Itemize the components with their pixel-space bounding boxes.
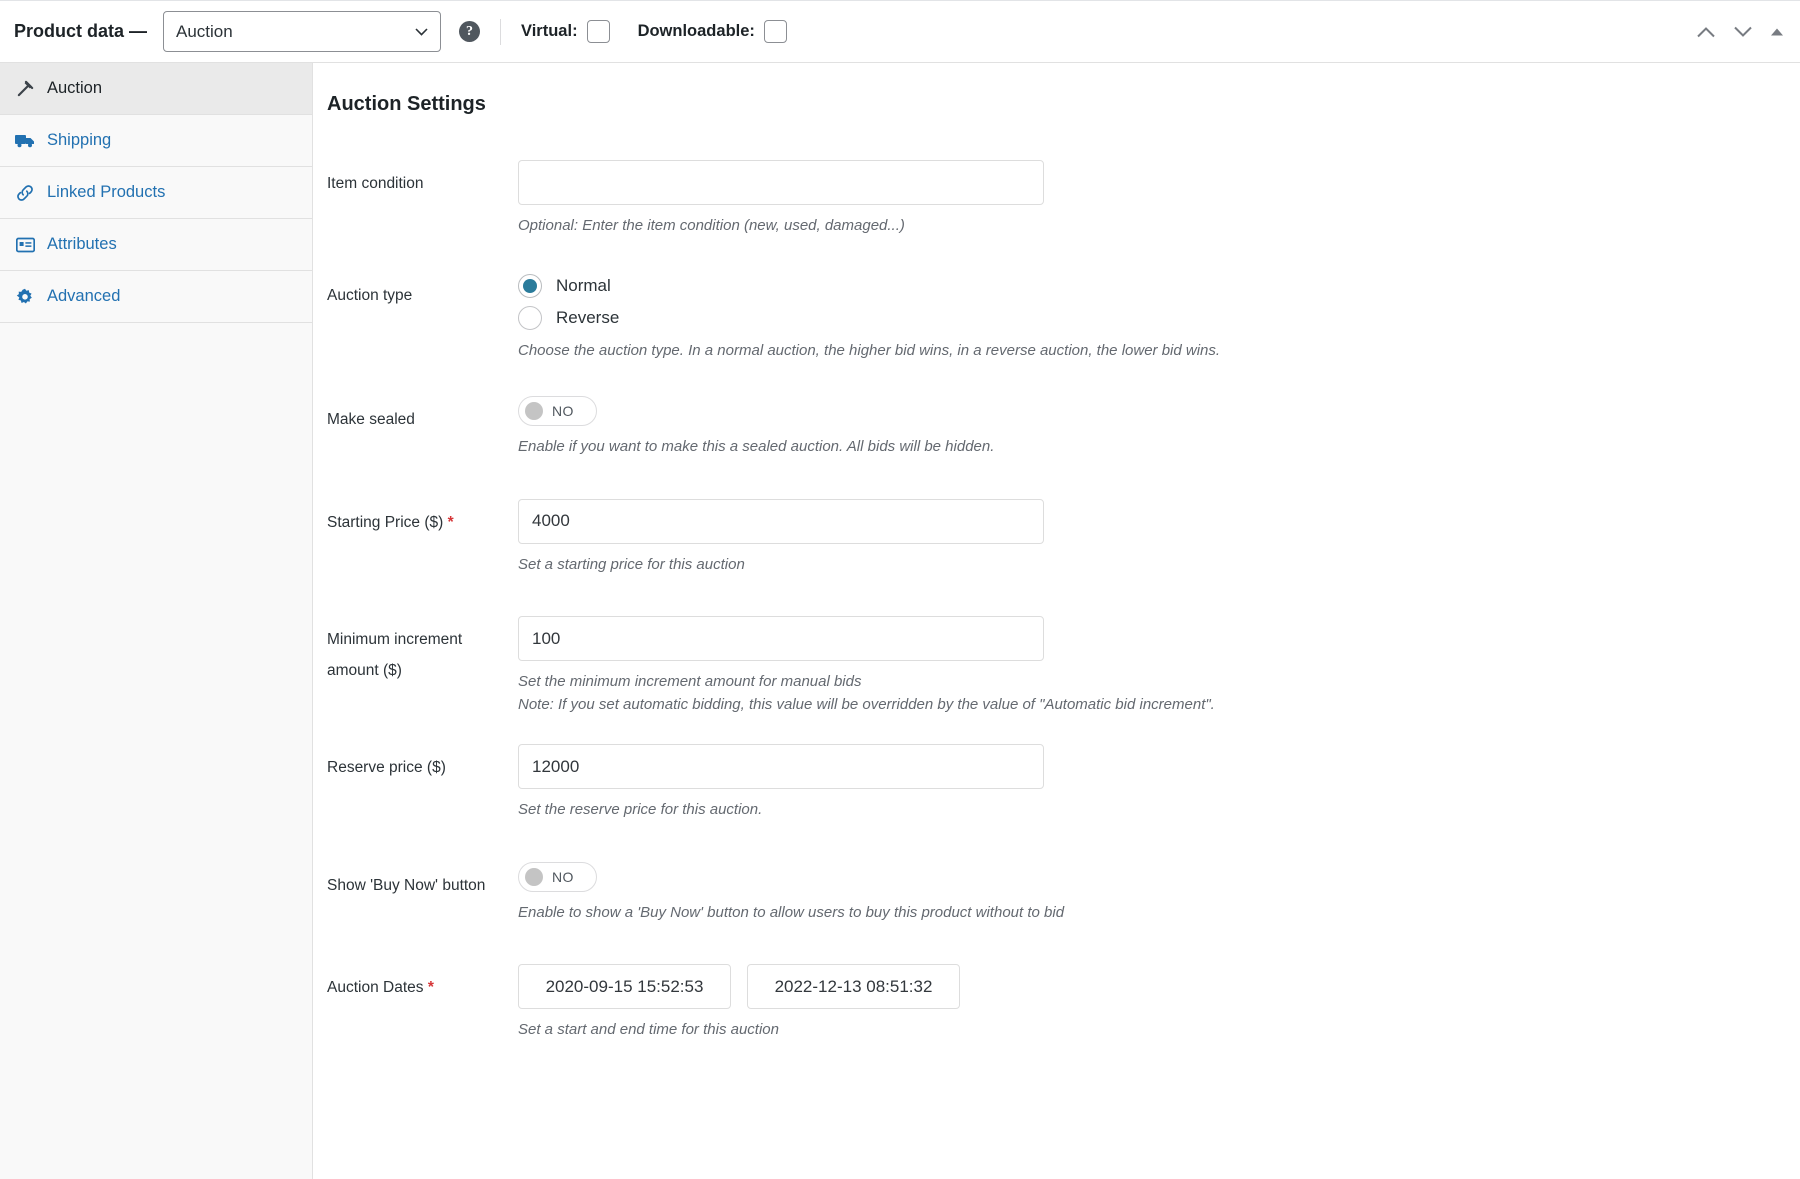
downloadable-checkbox-group: Downloadable: <box>638 20 787 43</box>
starting-price-input[interactable] <box>518 499 1044 544</box>
sidebar-item-label: Auction <box>47 79 102 98</box>
sidebar-item-linked-products[interactable]: Linked Products <box>0 167 312 219</box>
item-condition-label: Item condition <box>327 160 518 238</box>
sidebar-item-attributes[interactable]: Attributes <box>0 219 312 271</box>
collapse-triangle-icon[interactable] <box>1770 27 1784 36</box>
downloadable-label: Downloadable: <box>638 22 755 41</box>
make-sealed-hint: Enable if you want to make this a sealed… <box>518 436 1800 459</box>
sidebar-item-label: Attributes <box>47 235 117 254</box>
required-marker: * <box>448 514 454 531</box>
list-icon <box>14 237 36 253</box>
item-condition-input[interactable] <box>518 160 1044 205</box>
min-increment-hint: Set the minimum increment amount for man… <box>518 671 1800 716</box>
starting-price-hint: Set a starting price for this auction <box>518 554 1800 577</box>
sidebar-item-label: Advanced <box>47 287 120 306</box>
auction-type-hint: Choose the auction type. In a normal auc… <box>518 340 1800 363</box>
item-condition-hint: Optional: Enter the item condition (new,… <box>518 215 1800 238</box>
product-type-select[interactable]: Auction <box>163 11 441 52</box>
sidebar-item-label: Linked Products <box>47 183 165 202</box>
buy-now-label: Show 'Buy Now' button <box>327 862 518 925</box>
min-increment-label: Minimum increment amount ($) <box>327 616 518 716</box>
reserve-price-hint: Set the reserve price for this auction. <box>518 799 1800 822</box>
required-marker: * <box>428 979 434 996</box>
chevron-up-icon[interactable] <box>1696 25 1716 38</box>
auction-dates-hint: Set a start and end time for this auctio… <box>518 1019 1800 1042</box>
radio-reverse[interactable] <box>518 306 542 330</box>
sidebar-item-shipping[interactable]: Shipping <box>0 115 312 167</box>
buy-now-hint: Enable to show a 'Buy Now' button to all… <box>518 902 1800 925</box>
min-increment-input[interactable] <box>518 616 1044 661</box>
buy-now-toggle-state: NO <box>552 869 574 885</box>
panel-header: Product data — Auction ? Virtual: Downlo… <box>0 1 1800 63</box>
panel-body: Auction Shipping <box>0 63 1800 1179</box>
field-item-condition: Item condition Optional: Enter the item … <box>313 160 1800 238</box>
toggle-knob <box>525 402 543 420</box>
radio-option-normal[interactable]: Normal <box>518 274 1800 298</box>
field-min-increment: Minimum increment amount ($) Set the min… <box>313 616 1800 716</box>
truck-icon <box>14 133 36 148</box>
buy-now-toggle[interactable]: NO <box>518 862 597 892</box>
radio-option-reverse[interactable]: Reverse <box>518 306 1800 330</box>
reserve-price-label: Reserve price ($) <box>327 744 518 822</box>
virtual-checkbox-group: Virtual: <box>521 20 610 43</box>
make-sealed-label: Make sealed <box>327 396 518 459</box>
make-sealed-toggle-state: NO <box>552 403 574 419</box>
radio-normal-label[interactable]: Normal <box>556 276 611 296</box>
page-title: Product data — <box>14 21 147 42</box>
starting-price-label-text: Starting Price ($) <box>327 514 443 531</box>
auction-settings-content: Auction Settings Item condition Optional… <box>313 63 1800 1179</box>
field-auction-type: Auction type Normal Reverse Choose the a… <box>313 272 1800 363</box>
field-auction-dates: Auction Dates * Set a start and end time… <box>313 964 1800 1042</box>
product-type-select-wrapper: Auction <box>163 11 441 52</box>
auction-end-date-input[interactable] <box>747 964 960 1009</box>
field-starting-price: Starting Price ($) * Set a starting pric… <box>313 499 1800 577</box>
reserve-price-input[interactable] <box>518 744 1044 789</box>
toggle-knob <box>525 868 543 886</box>
field-make-sealed: Make sealed NO Enable if you want to mak… <box>313 396 1800 459</box>
link-icon <box>14 184 36 202</box>
header-divider <box>500 19 501 45</box>
field-buy-now: Show 'Buy Now' button NO Enable to show … <box>313 862 1800 925</box>
header-actions <box>1696 25 1784 38</box>
help-circle-icon[interactable]: ? <box>459 21 480 42</box>
auction-start-date-input[interactable] <box>518 964 731 1009</box>
gear-icon <box>14 288 36 306</box>
min-increment-hint-line2: Note: If you set automatic bidding, this… <box>518 694 1800 717</box>
gavel-icon <box>14 79 36 98</box>
make-sealed-toggle[interactable]: NO <box>518 396 597 426</box>
sidebar-item-auction[interactable]: Auction <box>0 63 312 115</box>
auction-dates-label-text: Auction Dates <box>327 979 424 996</box>
downloadable-checkbox[interactable] <box>764 20 787 43</box>
virtual-label: Virtual: <box>521 22 578 41</box>
sidebar-item-label: Shipping <box>47 131 111 150</box>
min-increment-label-line2: amount ($) <box>327 655 518 686</box>
starting-price-label: Starting Price ($) * <box>327 499 518 577</box>
radio-normal[interactable] <box>518 274 542 298</box>
product-data-panel: Product data — Auction ? Virtual: Downlo… <box>0 0 1800 1179</box>
min-increment-label-line1: Minimum increment <box>327 624 518 655</box>
auction-type-label: Auction type <box>327 272 518 363</box>
auction-dates-group <box>518 964 1800 1009</box>
min-increment-hint-line1: Set the minimum increment amount for man… <box>518 671 1800 694</box>
virtual-checkbox[interactable] <box>587 20 610 43</box>
field-reserve-price: Reserve price ($) Set the reserve price … <box>313 744 1800 822</box>
radio-reverse-label[interactable]: Reverse <box>556 308 619 328</box>
section-title: Auction Settings <box>327 93 1800 116</box>
chevron-down-icon[interactable] <box>1733 25 1753 38</box>
sidebar-item-advanced[interactable]: Advanced <box>0 271 312 323</box>
sidebar: Auction Shipping <box>0 63 313 1179</box>
auction-dates-label: Auction Dates * <box>327 964 518 1042</box>
